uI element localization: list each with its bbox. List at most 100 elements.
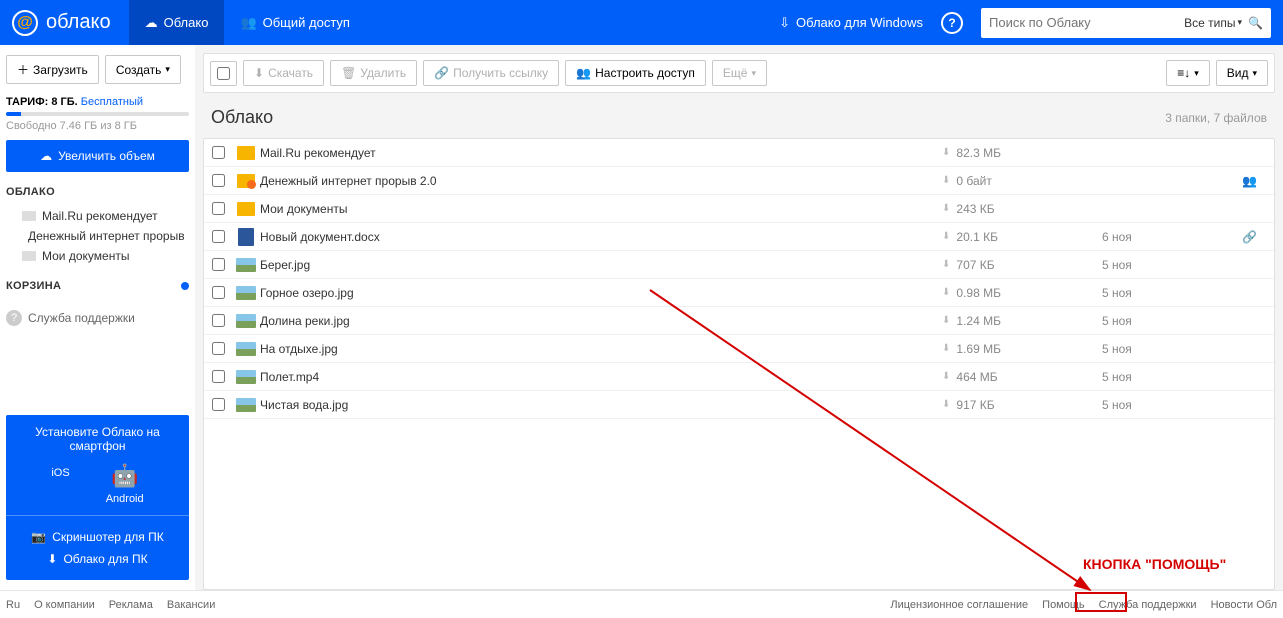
row-checkbox[interactable] (212, 174, 225, 187)
file-size: 20.1 КБ (942, 230, 1102, 244)
table-row[interactable]: Новый документ.docx20.1 КБ6 ноя🔗 (204, 223, 1274, 251)
row-checkbox[interactable] (212, 230, 225, 243)
upload-button[interactable]: ＋Загрузить (6, 55, 99, 84)
file-name[interactable]: Горное озеро.jpg (260, 286, 942, 300)
view-button[interactable]: Вид (1216, 60, 1268, 86)
table-row[interactable]: Долина реки.jpg1.24 МБ5 ноя (204, 307, 1274, 335)
file-name[interactable]: Берег.jpg (260, 258, 942, 272)
file-name[interactable]: Новый документ.docx (260, 230, 942, 244)
tab-cloud[interactable]: ☁ Облако (129, 0, 225, 45)
row-checkbox[interactable] (212, 258, 225, 271)
file-date: 5 ноя (1102, 370, 1242, 384)
image-thumb-icon (236, 258, 256, 272)
search-input[interactable] (989, 15, 1176, 30)
access-label: Настроить доступ (595, 66, 695, 80)
sidebar-support-link[interactable]: ? Служба поддержки (6, 310, 189, 326)
android-label: Android (106, 493, 144, 505)
link-icon: 🔗 (434, 66, 449, 80)
get-link-button[interactable]: 🔗Получить ссылку (423, 60, 559, 86)
table-row[interactable]: Денежный интернет прорыв 2.00 байт👥 (204, 167, 1274, 195)
file-name[interactable]: Полет.mp4 (260, 370, 942, 384)
table-row[interactable]: Mail.Ru рекомендует82.3 МБ (204, 139, 1274, 167)
row-checkbox[interactable] (212, 342, 225, 355)
trash-indicator-icon (181, 282, 189, 290)
footer-news[interactable]: Новости Обл (1211, 599, 1277, 611)
row-checkbox[interactable] (212, 398, 225, 411)
image-thumb-icon (236, 286, 256, 300)
windows-link[interactable]: ⇩ Облако для Windows (779, 15, 923, 31)
people-icon: 👥 (576, 66, 591, 80)
topbar: @ облако ☁ Облако 👥 Общий доступ ⇩ Облак… (0, 0, 1283, 45)
tab-shared[interactable]: 👥 Общий доступ (224, 0, 366, 45)
footer-ads[interactable]: Реклама (109, 599, 153, 611)
file-list: Mail.Ru рекомендует82.3 МБДенежный интер… (203, 138, 1275, 590)
row-checkbox[interactable] (212, 370, 225, 383)
table-row[interactable]: Берег.jpg707 КБ5 ноя (204, 251, 1274, 279)
row-checkbox[interactable] (212, 202, 225, 215)
row-checkbox[interactable] (212, 314, 225, 327)
footer-jobs[interactable]: Вакансии (167, 599, 216, 611)
file-size: 707 КБ (942, 258, 1102, 272)
download-button[interactable]: ⬇Скачать (243, 60, 324, 86)
file-size: 464 МБ (942, 370, 1102, 384)
file-name[interactable]: На отдыхе.jpg (260, 342, 942, 356)
row-checkbox[interactable] (212, 286, 225, 299)
promo-panel: Установите Облако на смартфон iOS 🤖 Andro… (6, 415, 189, 580)
table-row[interactable]: Чистая вода.jpg917 КБ5 ноя (204, 391, 1274, 419)
word-doc-icon (238, 228, 254, 246)
file-name[interactable]: Денежный интернет прорыв 2.0 (260, 174, 942, 188)
table-row[interactable]: Мои документы243 КБ (204, 195, 1274, 223)
support-label: Служба поддержки (28, 311, 135, 325)
desktop-link[interactable]: ⬇Облако для ПК (16, 548, 179, 570)
table-row[interactable]: Горное озеро.jpg0.98 МБ5 ноя (204, 279, 1274, 307)
select-all-checkbox[interactable] (210, 61, 237, 86)
tariff-plan-link[interactable]: Бесплатный (81, 96, 143, 108)
row-checkbox[interactable] (212, 146, 225, 159)
footer-lang[interactable]: Ru (6, 599, 20, 611)
main-content: ⬇Скачать 🗑 Удалить 🔗Получить ссылку 👥 Наст… (195, 45, 1283, 590)
create-button[interactable]: Создать (105, 55, 181, 84)
footer-license[interactable]: Лицензионное соглашение (890, 599, 1028, 611)
table-row[interactable]: Полет.mp4464 МБ5 ноя (204, 363, 1274, 391)
file-name[interactable]: Mail.Ru рекомендует (260, 146, 942, 160)
section-trash[interactable]: КОРЗИНА (6, 280, 61, 292)
file-size: 82.3 МБ (942, 146, 1102, 160)
ios-app-link[interactable]: iOS (51, 463, 69, 505)
footer: Ru О компании Реклама Вакансии Лицензион… (0, 590, 1283, 618)
folder-icon (237, 146, 255, 160)
file-name[interactable]: Мои документы (260, 202, 942, 216)
sidebar-item-docs[interactable]: Мои документы (6, 246, 189, 266)
public-link-icon: 🔗 (1242, 230, 1257, 244)
file-size: 917 КБ (942, 398, 1102, 412)
android-icon: 🤖 (111, 463, 138, 489)
search-type-dropdown[interactable]: Все типы (1184, 16, 1242, 30)
search-icon[interactable]: 🔍 (1248, 16, 1263, 30)
promo-title: Установите Облако на смартфон (16, 425, 179, 453)
android-app-link[interactable]: 🤖 Android (106, 463, 144, 505)
file-name[interactable]: Чистая вода.jpg (260, 398, 942, 412)
sort-button[interactable]: ≡↓ (1166, 60, 1210, 86)
trash-icon: 🗑 (341, 66, 356, 80)
help-icon[interactable]: ? (941, 12, 963, 34)
more-button[interactable]: Ещё (712, 60, 767, 86)
breadcrumb-title: Облако (211, 107, 273, 128)
upload-label: Загрузить (33, 63, 88, 77)
increase-storage-button[interactable]: ☁ Увеличить объем (6, 140, 189, 172)
tab-shared-label: Общий доступ (263, 15, 350, 30)
delete-button[interactable]: 🗑 Удалить (330, 60, 417, 86)
tree-label: Mail.Ru рекомендует (42, 209, 158, 223)
configure-access-button[interactable]: 👥 Настроить доступ (565, 60, 706, 86)
footer-about[interactable]: О компании (34, 599, 95, 611)
table-row[interactable]: На отдыхе.jpg1.69 МБ5 ноя (204, 335, 1274, 363)
search-box[interactable]: Все типы 🔍 (981, 8, 1271, 38)
sidebar-item-mailru[interactable]: Mail.Ru рекомендует (6, 206, 189, 226)
delete-label: Удалить (360, 66, 406, 80)
sidebar-item-money[interactable]: Денежный интернет прорыв ... (6, 226, 189, 246)
screenshoter-link[interactable]: 📷Скриншотер для ПК (16, 526, 179, 548)
file-name[interactable]: Долина реки.jpg (260, 314, 942, 328)
footer-support[interactable]: Служба поддержки (1099, 599, 1197, 611)
checkbox[interactable] (217, 67, 230, 80)
image-thumb-icon (236, 370, 256, 384)
brand-logo[interactable]: @ облако (0, 10, 129, 36)
footer-help[interactable]: Помощь (1042, 599, 1085, 611)
